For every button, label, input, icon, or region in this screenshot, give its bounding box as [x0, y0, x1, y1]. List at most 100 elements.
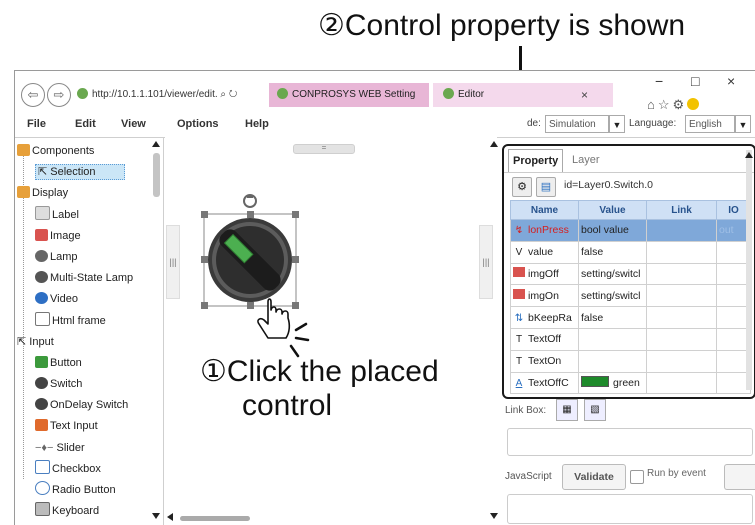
- tab-conprosys-web-setting[interactable]: CONPROSYS WEB Setting: [269, 83, 429, 107]
- star-icon[interactable]: ☆: [658, 97, 673, 112]
- canvas-top-handle[interactable]: =: [293, 144, 355, 154]
- table-row[interactable]: T TextOff: [510, 327, 751, 351]
- address-bar[interactable]: http://10.1.1.101/viewer/edit. ⌕ ↻: [77, 85, 267, 105]
- scroll-left-icon[interactable]: [167, 513, 173, 521]
- settings-icon[interactable]: ⚙: [673, 97, 688, 112]
- link-remove-icon[interactable]: ▧: [584, 399, 606, 421]
- prop-value[interactable]: green: [613, 377, 640, 389]
- canvas-scroll-down-icon[interactable]: [490, 513, 498, 519]
- gear-icon[interactable]: ⚙: [512, 177, 532, 197]
- prop-link[interactable]: [646, 306, 717, 329]
- language-select[interactable]: English: [685, 115, 735, 133]
- tree-item-text-input[interactable]: Text Input: [17, 416, 152, 437]
- property-panel: Property Layer ⚙ ▤ id=Layer0.Switch.0 Na…: [502, 144, 755, 399]
- tree-item-button[interactable]: Button: [17, 353, 152, 374]
- scroll-up-icon[interactable]: [152, 141, 160, 147]
- prop-link[interactable]: [646, 240, 717, 264]
- mode-select[interactable]: Simulation: [545, 115, 609, 133]
- tree-item-keyboard[interactable]: Keyboard: [17, 501, 152, 522]
- table-row[interactable]: Vvalue false: [510, 240, 751, 264]
- tree-item-label[interactable]: Label: [17, 205, 152, 226]
- left-panel-grip[interactable]: |||: [166, 225, 180, 299]
- tab-layer[interactable]: Layer: [568, 149, 604, 171]
- prop-value[interactable]: [578, 327, 647, 351]
- search-icon[interactable]: ⌕: [220, 89, 226, 100]
- prop-value[interactable]: [578, 349, 647, 373]
- hand-pointer-icon: [257, 298, 291, 339]
- close-icon[interactable]: ×: [727, 73, 735, 89]
- validate-button[interactable]: Validate: [562, 464, 626, 490]
- menu-help[interactable]: Help: [245, 118, 269, 130]
- prop-value[interactable]: false: [578, 306, 647, 329]
- prop-link[interactable]: [646, 371, 717, 395]
- table-row[interactable]: ↯ lonPress bool value out: [510, 219, 751, 242]
- col-value: Value: [578, 200, 647, 220]
- tree-item-image[interactable]: Image: [17, 226, 152, 247]
- tree-item-radio-button[interactable]: Radio Button: [17, 480, 152, 501]
- menu-file[interactable]: File: [27, 118, 46, 130]
- tree-item-html-frame[interactable]: Html frame: [17, 311, 152, 332]
- tree-scroll-thumb[interactable]: [153, 153, 160, 197]
- canvas-scroll-up-icon[interactable]: [490, 141, 498, 147]
- home-icon[interactable]: ⌂: [647, 97, 658, 112]
- prop-link[interactable]: [646, 284, 717, 308]
- scroll-down-icon[interactable]: [152, 513, 160, 519]
- tree-item-components[interactable]: Components: [17, 141, 152, 162]
- menu-options[interactable]: Options: [177, 118, 219, 130]
- minimize-icon[interactable]: −: [655, 73, 663, 89]
- prop-value[interactable]: setting/switcl: [578, 262, 647, 286]
- browser-toolbar-icons: ⌂☆⚙: [647, 97, 700, 113]
- link-box-label: Link Box:: [505, 405, 547, 416]
- menu-edit[interactable]: Edit: [75, 118, 96, 130]
- canvas-hscroll-thumb[interactable]: [180, 516, 250, 521]
- forward-arrow-icon[interactable]: ⇨: [47, 83, 71, 107]
- tree-item-switch[interactable]: Switch: [17, 374, 152, 395]
- link-box-field[interactable]: [507, 428, 753, 456]
- tab-close-icon[interactable]: ×: [581, 83, 588, 107]
- refresh-icon[interactable]: ↻: [229, 89, 237, 100]
- prop-link[interactable]: [646, 349, 717, 373]
- tree-item-slider[interactable]: −♦− Slider: [17, 438, 152, 459]
- tree-item-input[interactable]: ⇱ Input: [17, 332, 152, 353]
- property-scrollbar[interactable]: [746, 150, 752, 390]
- prop-value[interactable]: false: [578, 240, 647, 264]
- table-row[interactable]: imgOn setting/switcl: [510, 284, 751, 308]
- mode-dropdown-icon[interactable]: ▼: [609, 115, 625, 133]
- tree-item-lamp[interactable]: Lamp: [17, 247, 152, 268]
- language-dropdown-icon[interactable]: ▼: [735, 115, 751, 133]
- prop-link[interactable]: [646, 327, 717, 351]
- prop-name: TextOffC: [528, 376, 569, 389]
- keyboard-icon: [35, 502, 50, 517]
- prop-link[interactable]: [646, 262, 717, 286]
- prop-value[interactable]: setting/switcl: [578, 284, 647, 308]
- selected-switch-control[interactable]: [196, 190, 326, 360]
- tab-property[interactable]: Property: [508, 149, 564, 172]
- display-icon: [17, 186, 30, 199]
- javascript-field[interactable]: [507, 494, 753, 524]
- prop-link[interactable]: [646, 219, 717, 242]
- back-arrow-icon[interactable]: ⇦: [21, 83, 45, 107]
- image-icon: [35, 228, 48, 241]
- table-row[interactable]: ⇅ bKeepRa false: [510, 306, 751, 329]
- table-row[interactable]: T TextOn: [510, 349, 751, 373]
- link-add-icon[interactable]: ▦: [556, 399, 578, 421]
- tree-item-video[interactable]: Video: [17, 289, 152, 310]
- edit-icon[interactable]: ▤: [536, 177, 556, 197]
- run-by-event-checkbox[interactable]: [630, 470, 644, 484]
- color-swatch[interactable]: [581, 376, 609, 388]
- tree-item-checkbox[interactable]: Checkbox: [17, 459, 152, 480]
- property-scroll-up-icon[interactable]: [745, 152, 753, 158]
- maximize-icon[interactable]: □: [691, 73, 699, 89]
- prop-value[interactable]: bool value: [578, 219, 647, 242]
- color-type-icon: A: [515, 377, 523, 389]
- tree-item-multi-state-lamp[interactable]: Multi-State Lamp: [17, 268, 152, 289]
- table-row[interactable]: imgOff setting/switcl: [510, 262, 751, 286]
- menu-view[interactable]: View: [121, 118, 146, 130]
- table-row[interactable]: A TextOffC green: [510, 371, 751, 395]
- tree-item-display[interactable]: Display: [17, 183, 152, 204]
- tree-item-selection[interactable]: ⇱ Selection: [17, 162, 152, 183]
- right-panel-grip[interactable]: |||: [479, 225, 493, 299]
- tree-item-ondelay-switch[interactable]: OnDelay Switch: [17, 395, 152, 416]
- javascript-extra-button[interactable]: [724, 464, 755, 490]
- feedback-icon[interactable]: [687, 98, 700, 110]
